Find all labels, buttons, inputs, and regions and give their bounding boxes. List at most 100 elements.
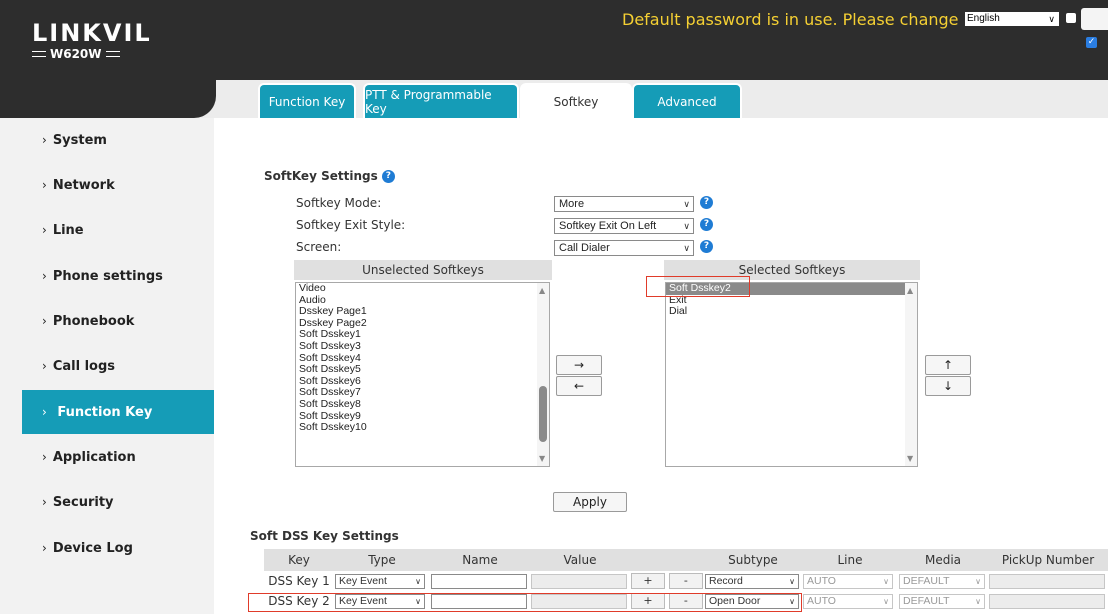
select-value: DEFAULT (903, 574, 950, 587)
column-header-media: Media (898, 549, 988, 571)
select-value: Key Event (339, 574, 387, 587)
chevron-down-icon: ∨ (789, 576, 795, 586)
scroll-up-icon[interactable]: ▲ (907, 286, 913, 295)
column-header-actions (630, 549, 704, 571)
scroll-down-icon[interactable]: ▼ (907, 454, 913, 463)
softkey-mode-select[interactable]: More ∨ (554, 196, 694, 212)
unselected-softkeys-header: Unselected Softkeys (294, 260, 552, 280)
sidebar: › System › Network › Line › Phone settings ›… (0, 118, 214, 614)
minus-button[interactable]: - (668, 573, 703, 589)
name-input[interactable] (431, 573, 527, 589)
model-text: W620W (50, 47, 102, 61)
top-header: LINKVIL W620W Default password is in use… (0, 0, 1108, 80)
sidebar-item-label: Security (52, 494, 114, 510)
apply-button[interactable]: Apply (553, 492, 627, 512)
chevron-down-icon: ∨ (415, 576, 421, 586)
plus-button[interactable]: + (631, 573, 665, 589)
unselected-softkeys-list[interactable]: Video Audio Dsskey Page1 Dsskey Page2 Soft D… (295, 282, 550, 467)
chevron-down-icon: ∨ (683, 221, 690, 231)
header-checkbox[interactable] (1066, 13, 1076, 23)
list-item[interactable]: Soft Dsskey3 (296, 340, 549, 353)
list-item[interactable]: Soft Dsskey10 (296, 422, 549, 434)
sidebar-item-system[interactable]: › System (22, 118, 214, 162)
selected-softkeys-list[interactable]: Soft Dsskey2 Exit Dial ▲ ▼ (665, 282, 918, 467)
softkey-settings-title: SoftKey Settings ? (264, 169, 395, 183)
screen-select[interactable]: Call Dialer ∨ (554, 240, 694, 256)
pickup-number-input (989, 573, 1105, 589)
list-item[interactable]: Soft Dsskey5 (296, 364, 549, 376)
header-corner (0, 80, 216, 118)
sidebar-item-label: Function Key (57, 404, 153, 420)
chevron-down-icon: ∨ (683, 243, 690, 253)
sidebar-item-label: Line (52, 222, 84, 238)
sidebar-item-label: Device Log (52, 540, 133, 556)
highlight-box (646, 276, 750, 297)
move-down-button[interactable]: ↓ (925, 376, 971, 396)
pickup-number-input (989, 593, 1105, 609)
select-value: More (559, 198, 585, 210)
sidebar-item-call-logs[interactable]: › Call logs (22, 344, 214, 388)
chevron-right-icon: › (42, 359, 47, 373)
softkey-mode-label: Softkey Mode: (296, 196, 382, 210)
sidebar-item-label: Network (52, 177, 115, 193)
chevron-right-icon: › (42, 450, 47, 464)
scrollbar-thumb[interactable] (539, 386, 547, 442)
sidebar-item-network[interactable]: › Network (22, 163, 214, 207)
scroll-up-icon[interactable]: ▲ (539, 286, 545, 295)
language-select[interactable]: English ∨ (965, 12, 1059, 26)
screen-label: Screen: (296, 240, 342, 254)
move-left-button[interactable]: ← (556, 376, 602, 396)
list-item[interactable]: Dial (666, 306, 917, 318)
sidebar-item-function-key[interactable]: › Function Key (22, 390, 214, 434)
softkey-exit-style-select[interactable]: Softkey Exit On Left ∨ (554, 218, 694, 234)
brand-logo: LINKVIL W620W (32, 20, 152, 61)
sidebar-item-application[interactable]: › Application (22, 435, 214, 479)
line-select: AUTO ∨ (803, 573, 893, 589)
header-button[interactable] (1081, 8, 1108, 30)
sidebar-item-security[interactable]: › Security (22, 480, 214, 524)
sidebar-item-device-log[interactable]: › Device Log (22, 526, 214, 570)
sidebar-item-phone-settings[interactable]: › Phone settings (22, 254, 214, 298)
help-icon[interactable]: ? (381, 170, 395, 183)
list-item[interactable]: Video (296, 283, 549, 295)
tab-ptt-programmable-key[interactable]: PTT & Programmable Key (363, 83, 519, 119)
line-select: AUTO ∨ (803, 593, 893, 609)
scrollbar[interactable]: ▲ ▼ (905, 283, 917, 466)
sidebar-item-line[interactable]: › Line (22, 208, 214, 252)
scrollbar[interactable]: ▲ ▼ (537, 283, 549, 466)
subtype-select[interactable]: Record ∨ (705, 573, 799, 589)
sidebar-item-label: System (52, 132, 107, 148)
chevron-right-icon: › (42, 178, 47, 192)
select-value: Record (709, 574, 743, 587)
tab-advanced[interactable]: Advanced (632, 83, 742, 119)
help-icon[interactable]: ? (700, 240, 713, 253)
help-icon[interactable]: ? (700, 218, 713, 231)
chevron-down-icon: ∨ (975, 576, 981, 586)
column-header-pickup-number: PickUp Number (988, 549, 1108, 571)
move-up-button[interactable]: ↑ (925, 355, 971, 375)
list-item[interactable]: Soft Dsskey8 (296, 398, 549, 411)
default-password-warning: Default password is in use. Please chang… (622, 10, 959, 29)
tab-function-key[interactable]: Function Key (258, 83, 356, 119)
select-value: AUTO (807, 574, 836, 587)
table-header-row: Key Type Name Value Subtype Line Media P… (264, 549, 1108, 571)
sidebar-item-label: Phonebook (52, 313, 135, 329)
type-select[interactable]: Key Event ∨ (335, 573, 425, 589)
softkey-exit-style-label: Softkey Exit Style: (296, 218, 406, 232)
column-header-line: Line (802, 549, 898, 571)
chevron-right-icon: › (42, 495, 47, 509)
chevron-down-icon: ∨ (883, 596, 889, 606)
move-right-button[interactable]: → (556, 355, 602, 375)
sidebar-item-label: Phone settings (52, 268, 163, 284)
chevron-right-icon: › (42, 541, 47, 555)
help-icon[interactable]: ? (700, 196, 713, 209)
section-title-text: SoftKey Settings (264, 169, 378, 183)
soft-dss-key-settings-title: Soft DSS Key Settings (250, 529, 399, 543)
main-content: SoftKey Settings ? Softkey Mode: More ∨ ?… (214, 118, 1108, 614)
dss-key-label: DSS Key 1 (268, 574, 330, 588)
scroll-down-icon[interactable]: ▼ (539, 454, 545, 463)
media-select: DEFAULT ∨ (899, 573, 985, 589)
tab-softkey[interactable]: Softkey (520, 83, 632, 119)
checked-checkbox-icon[interactable]: ✓ (1086, 37, 1097, 48)
sidebar-item-phonebook[interactable]: › Phonebook (22, 299, 214, 343)
